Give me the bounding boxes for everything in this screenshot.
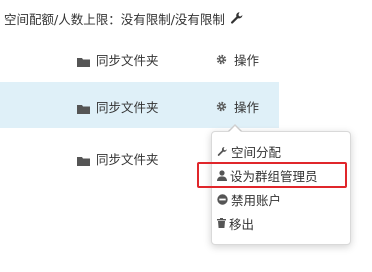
- trash-icon: [217, 218, 226, 228]
- action-label: 操作: [234, 53, 260, 68]
- folder-icon: [77, 55, 90, 67]
- quota-text: 空间配额/人数上限：没有限制/没有限制: [4, 11, 225, 27]
- action-label: 操作: [234, 100, 260, 115]
- menu-item-label: 空间分配: [231, 144, 282, 160]
- wrench-icon: [217, 146, 227, 156]
- action-dropdown-menu: 空间分配 设为群组管理员 禁用账户 移出: [211, 131, 351, 245]
- quota-info: 空间配额/人数上限：没有限制/没有限制: [4, 8, 244, 28]
- folder-name-cell[interactable]: 同步文件夹: [77, 50, 159, 69]
- menu-item-disable-account[interactable]: 禁用账户: [217, 188, 345, 210]
- highlight-annotation-box: [197, 162, 347, 188]
- minus-circle-icon: [217, 193, 228, 205]
- folder-name: 同步文件夹: [96, 100, 159, 115]
- folder-name-cell[interactable]: 同步文件夹: [77, 149, 159, 168]
- folder-icon: [77, 154, 90, 166]
- menu-item-remove[interactable]: 移出: [217, 212, 345, 234]
- folder-name: 同步文件夹: [96, 152, 159, 167]
- menu-item-label: 禁用账户: [231, 192, 282, 208]
- folder-name: 同步文件夹: [96, 53, 159, 68]
- dropdown-caret-inner: [229, 126, 241, 132]
- action-button[interactable]: 操作: [215, 50, 259, 69]
- folder-icon: [77, 102, 90, 114]
- wrench-icon[interactable]: [230, 11, 244, 25]
- table-row-selected: 同步文件夹 操作: [0, 82, 279, 128]
- folder-name-cell[interactable]: 同步文件夹: [77, 97, 159, 116]
- gear-icon: [215, 53, 228, 66]
- menu-item-space-allocation[interactable]: 空间分配: [217, 140, 345, 162]
- gear-icon: [215, 100, 228, 113]
- action-button[interactable]: 操作: [215, 97, 259, 116]
- menu-item-label: 移出: [229, 216, 255, 232]
- table-row: 同步文件夹 操作: [0, 35, 279, 81]
